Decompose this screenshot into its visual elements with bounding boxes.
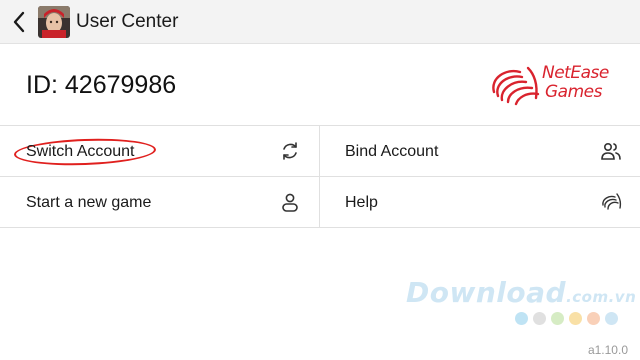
users-icon (601, 142, 621, 160)
netease-games-logo: NetEase Games (488, 62, 609, 108)
logo-line-netease: NetEase (542, 63, 609, 83)
watermark-dot (569, 312, 582, 325)
logo-line-games: Games (545, 82, 602, 102)
help-label: Help (345, 194, 378, 211)
watermark-dot (587, 312, 600, 325)
watermark: Download.com.vn (406, 276, 636, 309)
watermark-dot (551, 312, 564, 325)
watermark-dots (515, 312, 623, 326)
switch-account-label: Switch Account (26, 143, 135, 160)
refresh-icon (283, 142, 297, 160)
watermark-dot (515, 312, 528, 325)
bind-account-button[interactable]: Bind Account (320, 126, 640, 177)
watermark-dot (533, 312, 546, 325)
back-button[interactable] (8, 9, 30, 35)
version-label: a1.10.0 (587, 343, 628, 357)
logo-wordmark: NetEase Games (542, 64, 612, 102)
watermark-dot (605, 312, 618, 325)
game-avatar (38, 6, 70, 38)
menu-grid: Switch Account Bind Account Start a new … (0, 125, 640, 228)
top-bar: User Center (0, 0, 640, 44)
switch-account-button[interactable]: Switch Account (0, 126, 320, 177)
netease-logo-mark-icon (492, 66, 540, 106)
start-new-game-button[interactable]: Start a new game (0, 177, 320, 228)
chevron-left-icon (13, 11, 25, 33)
watermark-main: Download (406, 276, 567, 309)
watermark-suffix: .com.vn (566, 288, 637, 306)
page-title: User Center (76, 11, 179, 32)
user-id: ID: 42679986 (26, 71, 177, 99)
bind-account-label: Bind Account (345, 143, 439, 160)
help-button[interactable]: Help (320, 177, 640, 228)
start-new-game-label: Start a new game (26, 194, 152, 211)
netease-icon (602, 193, 622, 210)
user-icon (282, 193, 298, 212)
